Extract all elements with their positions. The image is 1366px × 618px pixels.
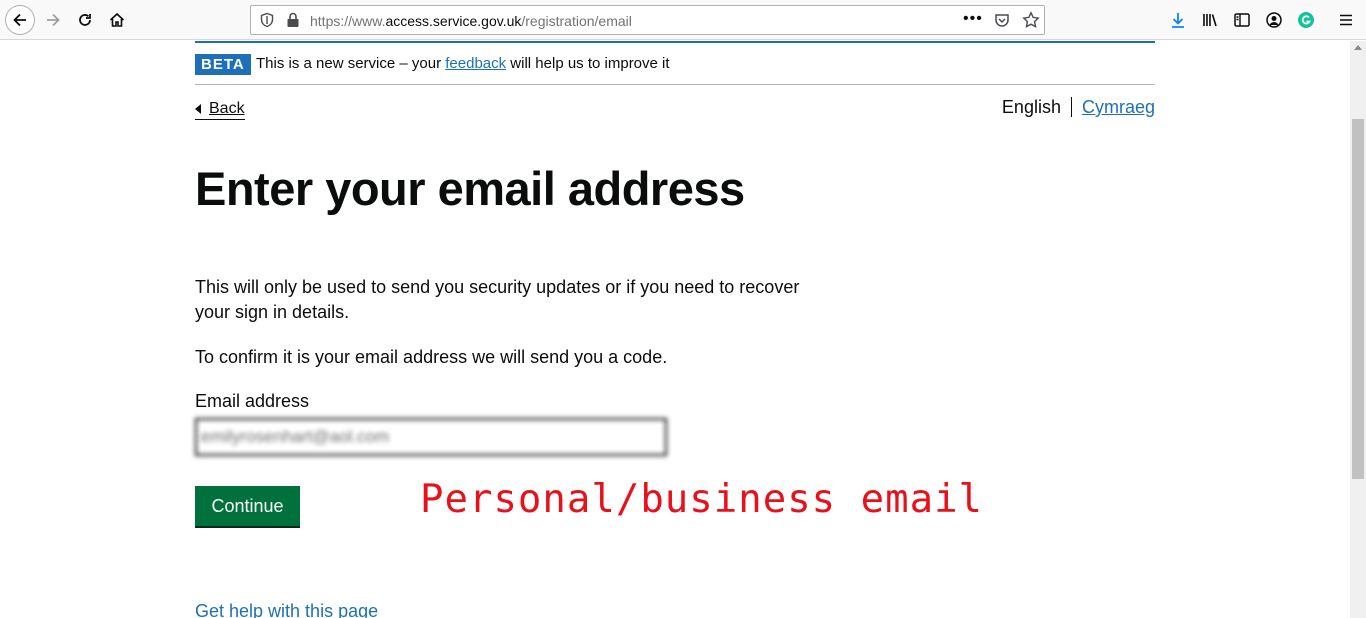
arrow-left-icon <box>13 13 26 27</box>
confirm-paragraph: To confirm it is your email address we w… <box>195 347 668 367</box>
page-title: Enter your email address <box>195 162 745 215</box>
browser-reload-button[interactable] <box>70 5 100 35</box>
arrow-right-icon <box>47 13 60 27</box>
annotation-text: Personal/business email <box>420 477 984 522</box>
url-text[interactable]: https://www.access.service.gov.uk/regist… <box>310 13 632 29</box>
phase-banner: BETA This is a new service – your feedba… <box>195 53 1155 85</box>
pocket-icon[interactable] <box>994 12 1010 28</box>
intro-paragraph: This will only be used to send you secur… <box>195 277 800 322</box>
language-current: English <box>1001 97 1061 117</box>
browser-forward-button[interactable] <box>38 5 68 35</box>
email-input[interactable] <box>195 418 667 456</box>
hamburger-menu-icon[interactable] <box>1337 11 1355 29</box>
bookmark-star-icon[interactable] <box>1022 11 1040 29</box>
scroll-up-arrow-icon[interactable] <box>1354 45 1362 50</box>
language-link-cymraeg[interactable]: Cymraeg <box>1082 97 1155 117</box>
grammarly-icon[interactable] <box>1297 11 1315 29</box>
home-icon <box>109 12 125 27</box>
address-bar[interactable]: https://www.access.service.gov.uk/regist… <box>250 5 1045 35</box>
sidebar-icon[interactable] <box>1233 11 1251 29</box>
language-separator <box>1070 97 1072 117</box>
language-switcher: English Cymraeg <box>1002 97 1155 118</box>
vertical-scrollbar[interactable] <box>1350 41 1366 618</box>
get-help-link[interactable]: Get help with this page <box>195 601 378 618</box>
scrollbar-thumb[interactable] <box>1352 119 1364 479</box>
library-icon[interactable] <box>1201 11 1219 29</box>
browser-home-button[interactable] <box>102 5 132 35</box>
lock-icon[interactable] <box>286 12 300 28</box>
reload-icon <box>79 14 91 26</box>
page-content: BETA This is a new service – your feedba… <box>0 41 1350 618</box>
page-actions-menu-icon[interactable]: ••• <box>963 10 983 28</box>
back-link-label: Back <box>209 100 245 117</box>
beta-tag: BETA <box>195 54 251 75</box>
continue-button[interactable]: Continue <box>195 486 300 526</box>
back-triangle-icon <box>195 104 201 114</box>
feedback-link[interactable]: feedback <box>445 55 506 72</box>
phase-banner-text: This is a new service – your feedback wi… <box>256 55 670 72</box>
account-icon[interactable] <box>1265 11 1283 29</box>
download-icon[interactable] <box>1169 11 1187 29</box>
email-label: Email address <box>195 391 310 411</box>
browser-toolbar: https://www.access.service.gov.uk/regist… <box>0 0 1366 40</box>
back-link[interactable]: Back <box>195 99 245 120</box>
browser-back-button[interactable] <box>5 5 35 35</box>
header-rule <box>195 41 1155 43</box>
shield-icon[interactable] <box>259 12 275 28</box>
